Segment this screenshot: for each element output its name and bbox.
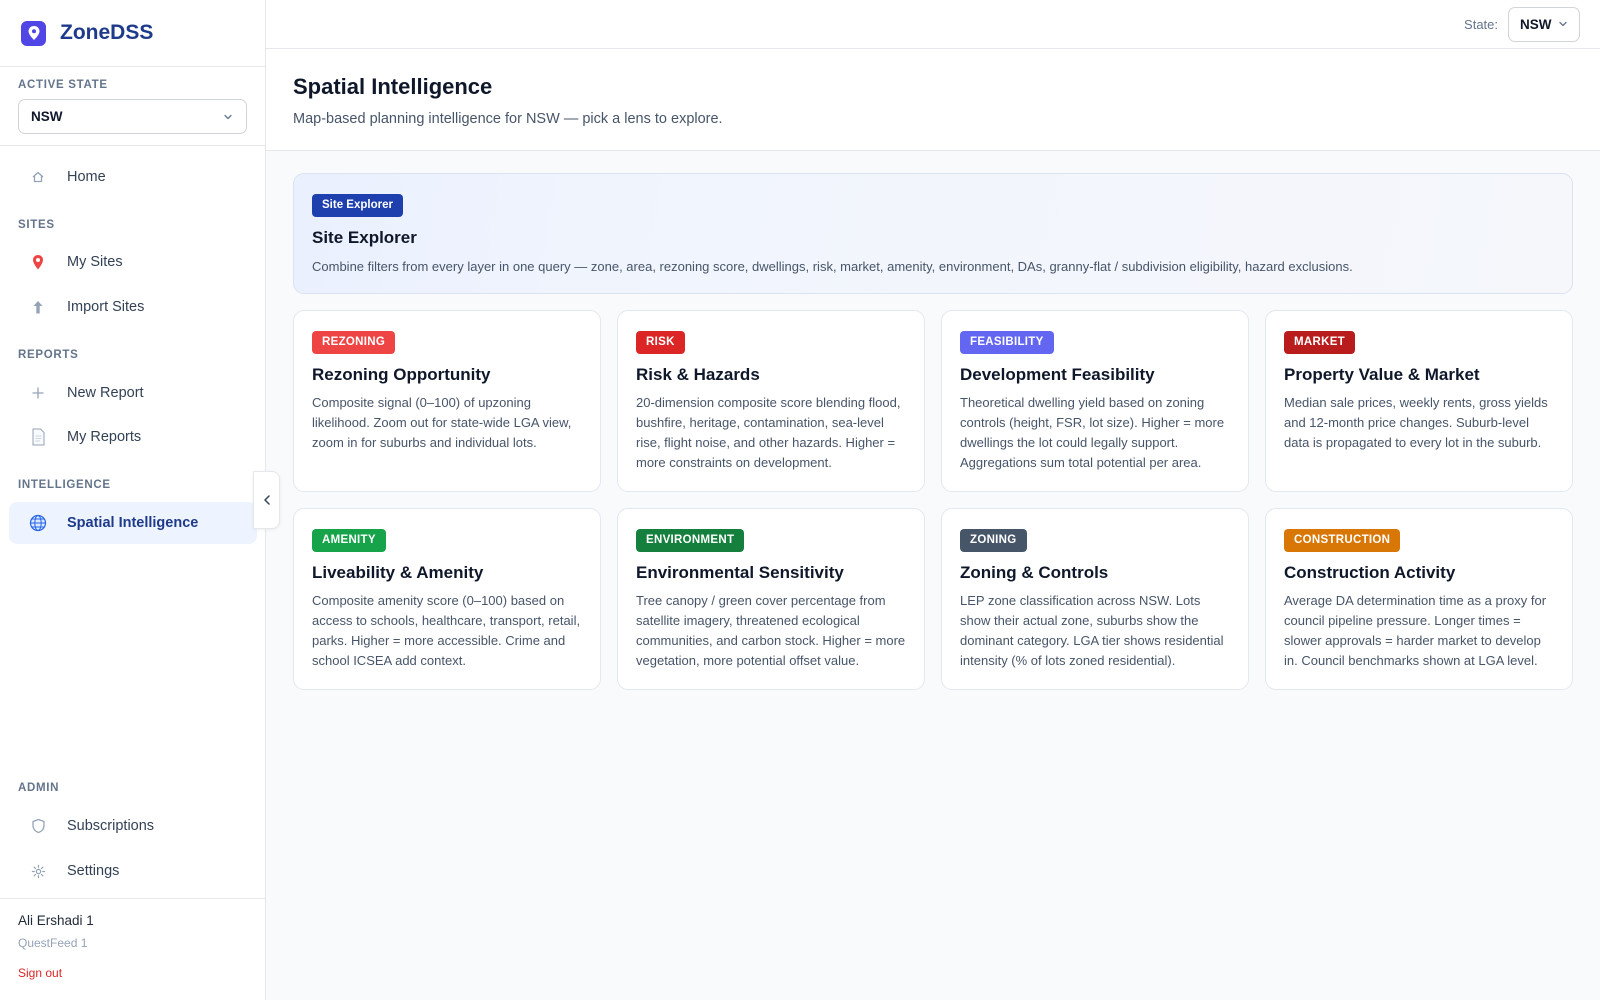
lens-card-environment[interactable]: ENVIRONMENT Environmental Sensitivity Tr… — [617, 508, 925, 690]
nav-label-subscriptions: Subscriptions — [67, 818, 155, 834]
lens-card-zoning[interactable]: ZONING Zoning & Controls LEP zone classi… — [941, 508, 1249, 690]
nav-label-import-sites: Import Sites — [67, 299, 145, 315]
lens-badge: RISK — [636, 331, 685, 354]
lens-description: Composite signal (0–100) of upzoning lik… — [312, 395, 572, 450]
state-select-value: NSW — [1520, 16, 1552, 32]
nav-label-spatial-intelligence: Spatial Intelligence — [67, 515, 199, 531]
home-icon — [28, 170, 48, 184]
nav-item-import-sites[interactable]: Import Sites — [9, 286, 257, 328]
collapse-sidebar-button[interactable] — [253, 471, 280, 529]
site-explorer-title: Site Explorer — [312, 228, 417, 247]
section-label-admin: ADMIN — [18, 782, 60, 794]
sign-out-link[interactable]: Sign out — [18, 966, 247, 980]
lens-title: Risk & Hazards — [636, 365, 760, 384]
page-subtitle: Map-based planning intelligence for NSW … — [293, 111, 723, 127]
lens-card-construction[interactable]: CONSTRUCTION Construction Activity Avera… — [1265, 508, 1573, 690]
user-block: Ali Ershadi 1 QuestFeed 1 Sign out — [0, 898, 265, 1000]
shield-icon — [28, 818, 48, 834]
nav-label-my-sites: My Sites — [67, 254, 123, 270]
plus-icon — [28, 387, 48, 399]
lens-badge: REZONING — [312, 331, 396, 354]
page-title: Spatial Intelligence — [293, 74, 493, 99]
state-select[interactable]: NSW — [1508, 6, 1580, 42]
app-name: ZoneDSS — [60, 21, 154, 44]
sidebar: ZoneDSS ACTIVE STATE NSW Home SITES My S… — [0, 0, 266, 1000]
lens-badge: FEASIBILITY — [960, 331, 1054, 354]
lens-card-rezoning[interactable]: REZONING Rezoning Opportunity Composite … — [293, 310, 601, 492]
lens-description: Composite amenity score (0–100) based on… — [312, 593, 581, 668]
logo-pin-icon — [21, 20, 46, 46]
chevron-left-icon — [263, 495, 270, 505]
nav-label-my-reports: My Reports — [67, 429, 142, 445]
upload-arrow-icon — [28, 300, 48, 315]
lens-title: Development Feasibility — [960, 365, 1155, 384]
nav-label-settings: Settings — [67, 863, 120, 879]
lens-description: Theoretical dwelling yield based on zoni… — [960, 395, 1225, 470]
lens-card-amenity[interactable]: AMENITY Liveability & Amenity Composite … — [293, 508, 601, 690]
lens-card-risk[interactable]: RISK Risk & Hazards 20-dimension composi… — [617, 310, 925, 492]
lens-card-market[interactable]: MARKET Property Value & Market Median sa… — [1265, 310, 1573, 492]
nav-item-my-sites[interactable]: My Sites — [9, 241, 257, 283]
lens-badge: MARKET — [1284, 331, 1355, 354]
topbar: State: NSW — [266, 0, 1600, 49]
globe-icon — [28, 514, 48, 532]
lens-title: Zoning & Controls — [960, 563, 1109, 582]
site-explorer-card[interactable]: Site Explorer Site Explorer Combine filt… — [293, 173, 1573, 294]
lens-title: Property Value & Market — [1284, 365, 1480, 384]
chevron-down-icon — [1559, 21, 1567, 27]
brand[interactable]: ZoneDSS — [0, 0, 265, 67]
state-label: State: — [1464, 16, 1498, 32]
chevron-down-icon — [224, 114, 232, 119]
section-label-intelligence: INTELLIGENCE — [18, 479, 111, 491]
user-name: Ali Ershadi 1 — [18, 913, 94, 928]
lens-description: Average DA determination time as a proxy… — [1284, 593, 1547, 668]
map-pin-icon — [28, 254, 48, 271]
lens-badge: AMENITY — [312, 529, 386, 552]
document-icon — [28, 428, 48, 446]
nav-item-spatial-intelligence[interactable]: Spatial Intelligence — [9, 502, 257, 544]
lens-title: Construction Activity — [1284, 563, 1456, 582]
nav-item-my-reports[interactable]: My Reports — [9, 416, 257, 458]
lens-description: LEP zone classification across NSW. Lots… — [960, 593, 1224, 668]
nav-item-new-report[interactable]: New Report — [9, 372, 257, 414]
lens-badge: ZONING — [960, 529, 1027, 552]
nav-item-subscriptions[interactable]: Subscriptions — [9, 805, 257, 847]
user-org: QuestFeed 1 — [18, 936, 88, 950]
lens-badge: CONSTRUCTION — [1284, 529, 1401, 552]
nav-label-home: Home — [67, 169, 106, 185]
lens-description: 20-dimension composite score blending fl… — [636, 395, 901, 470]
lens-badge: ENVIRONMENT — [636, 529, 745, 552]
nav-item-home[interactable]: Home — [9, 156, 257, 198]
active-state-value: NSW — [31, 109, 63, 124]
lens-title: Environmental Sensitivity — [636, 563, 844, 582]
section-label-sites: SITES — [18, 219, 55, 231]
gear-icon — [28, 864, 48, 879]
site-explorer-description: Combine filters from every layer in one … — [312, 259, 1353, 274]
site-explorer-badge: Site Explorer — [312, 194, 403, 217]
active-state-block: ACTIVE STATE NSW — [0, 67, 265, 146]
section-label-reports: REPORTS — [18, 349, 79, 361]
nav-item-settings[interactable]: Settings — [9, 850, 257, 892]
nav-label-new-report: New Report — [67, 385, 144, 401]
lens-description: Median sale prices, weekly rents, gross … — [1284, 395, 1548, 450]
page-header: Spatial Intelligence Map-based planning … — [266, 49, 1600, 151]
lens-card-feasibility[interactable]: FEASIBILITY Development Feasibility Theo… — [941, 310, 1249, 492]
lens-title: Liveability & Amenity — [312, 563, 484, 582]
lens-description: Tree canopy / green cover percentage fro… — [636, 593, 906, 668]
active-state-select[interactable]: NSW — [18, 99, 247, 134]
lens-title: Rezoning Opportunity — [312, 365, 491, 384]
active-state-label: ACTIVE STATE — [18, 79, 108, 91]
